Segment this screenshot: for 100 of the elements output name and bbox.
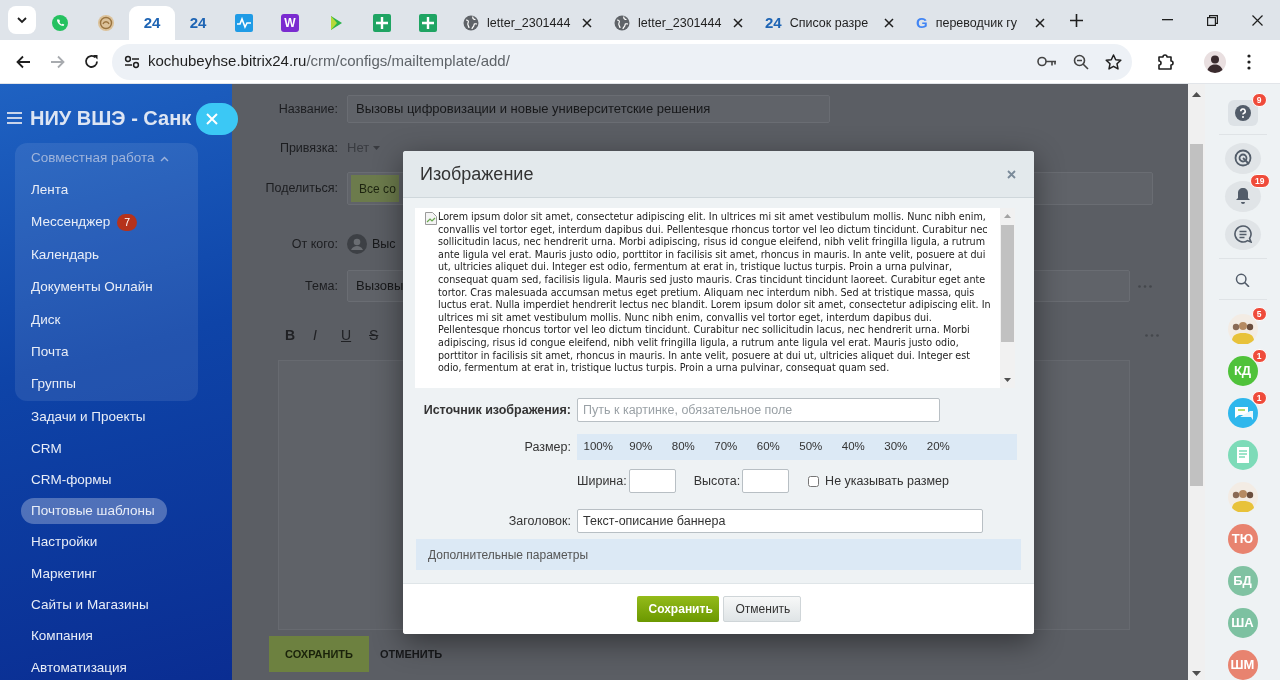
- menu-item[interactable]: Мессенджер: [31, 209, 111, 236]
- target-icon: [1233, 149, 1252, 168]
- play-icon: [328, 14, 344, 32]
- portal-title: НИУ ВШЭ - Санк: [30, 106, 192, 131]
- menu-item[interactable]: Сайты и Магазины: [31, 592, 149, 619]
- globe-icon: [463, 15, 479, 31]
- user-icon: [347, 234, 367, 254]
- height-input[interactable]: [742, 469, 790, 493]
- restore-icon: [1207, 14, 1218, 26]
- group-label: Совместная работа: [31, 149, 155, 168]
- pulse-icon: [235, 14, 253, 32]
- browser-tab[interactable]: letter_2301444: [602, 6, 753, 40]
- size-option[interactable]: 80%: [662, 438, 705, 456]
- kebab-menu-icon: [1247, 53, 1251, 70]
- menu-item[interactable]: Настройки: [31, 529, 98, 556]
- menu-item[interactable]: Компания: [31, 623, 93, 650]
- size-option[interactable]: 50%: [789, 438, 832, 456]
- counter-badge: 5: [1251, 307, 1267, 321]
- tab-title: letter_2301444: [487, 14, 572, 32]
- close-icon[interactable]: [733, 18, 743, 28]
- chevron-icon: [17, 16, 27, 24]
- scroll-up-icon[interactable]: [1192, 92, 1201, 97]
- menu-item[interactable]: Задачи и Проекты: [31, 404, 146, 431]
- size-option[interactable]: 100%: [577, 438, 620, 456]
- menu-item[interactable]: Документы Онлайн: [31, 274, 153, 301]
- size-option[interactable]: 40%: [832, 438, 875, 456]
- star-icon[interactable]: [1105, 53, 1122, 70]
- size-option[interactable]: 90%: [619, 438, 662, 456]
- dialog-title: Изображение: [420, 162, 535, 186]
- close-icon: [1252, 14, 1263, 26]
- scroll-down-icon[interactable]: [1192, 671, 1201, 676]
- cancel-button[interactable]: Отменить: [722, 596, 801, 622]
- caption-input[interactable]: Текст-описание баннера: [577, 509, 983, 533]
- menu-item[interactable]: Лента: [31, 177, 69, 204]
- logo-text: 24: [765, 12, 782, 33]
- menu-item[interactable]: Диск: [31, 306, 61, 333]
- checkbox-label: Не указывать размер: [825, 472, 949, 490]
- puzzle-icon: [1156, 53, 1174, 70]
- emblem-icon: [97, 14, 115, 32]
- browser-tab[interactable]: letter_2301444: [451, 6, 602, 40]
- pinned-tab[interactable]: 24: [129, 6, 175, 40]
- menu-item[interactable]: Календарь: [31, 241, 100, 269]
- size-option[interactable]: 60%: [747, 438, 790, 456]
- avatar: [1204, 50, 1226, 73]
- menu-item[interactable]: CRM-формы: [31, 466, 112, 494]
- field-label: Источник изображения:: [422, 401, 571, 419]
- avatar: [1227, 482, 1258, 512]
- search-icon[interactable]: [1234, 272, 1251, 288]
- save-button[interactable]: СОХРАНИТЬ: [269, 636, 369, 672]
- tool-button[interactable]: [1224, 218, 1261, 250]
- key-icon[interactable]: [1037, 56, 1057, 67]
- forward-arrow-icon: [49, 54, 65, 69]
- help-button[interactable]: [1227, 100, 1258, 126]
- close-icon[interactable]: [884, 18, 894, 28]
- url-path: /crm/configs/mailtemplate/add/: [306, 51, 510, 72]
- advanced-options-bar[interactable]: Дополнительные параметры: [416, 539, 1021, 570]
- share-button[interactable]: Все со: [351, 175, 399, 202]
- size-option[interactable]: 20%: [917, 438, 960, 456]
- pinned-tab[interactable]: 24: [175, 6, 221, 40]
- field-label: Ширина:: [577, 472, 627, 490]
- chat-app-icon: [1227, 398, 1258, 428]
- tab-search-button[interactable]: [8, 6, 36, 34]
- menu-item[interactable]: Почта: [31, 339, 69, 366]
- logo-text: 24: [143, 12, 161, 33]
- logo-text: G: [916, 12, 928, 33]
- logo-icon: W: [281, 14, 299, 32]
- browser-tab[interactable]: 24 Список разре: [753, 6, 904, 40]
- menu-item[interactable]: Автоматизация: [31, 654, 127, 680]
- caret-icon: [373, 146, 381, 150]
- width-input[interactable]: [628, 469, 676, 493]
- tab-title: letter_2301444: [638, 14, 723, 32]
- size-option[interactable]: 70%: [704, 438, 747, 456]
- close-icon[interactable]: [582, 18, 592, 28]
- menu-item[interactable]: CRM: [31, 435, 62, 462]
- url-host: kochubeyhse.bitrix24.ru: [148, 51, 307, 72]
- zoom-out-icon[interactable]: [1073, 53, 1089, 70]
- phone-bubble-icon: [51, 14, 69, 32]
- menu-item[interactable]: Почтовые шаблоны: [21, 498, 167, 525]
- no-size-checkbox[interactable]: [808, 475, 820, 487]
- address-bar[interactable]: kochubeyhse.bitrix24.ru/crm/configs/mailtemplate/add/: [112, 43, 1132, 80]
- counter-badge: 7: [117, 213, 138, 232]
- minimize-icon: [1162, 19, 1173, 21]
- field-label: Поделиться:: [264, 180, 338, 198]
- source-input[interactable]: Путь к картинке, обязательное поле: [577, 398, 940, 422]
- pinned-tab[interactable]: W: [267, 6, 313, 40]
- browser-tab[interactable]: G переводчик гу: [904, 6, 1055, 40]
- scrollbar-track[interactable]: [1188, 84, 1205, 680]
- tune-icon[interactable]: [124, 54, 140, 69]
- menu-item[interactable]: Маркетинг: [31, 560, 97, 587]
- menu-icon[interactable]: [7, 112, 22, 124]
- tool-button[interactable]: [1224, 142, 1261, 174]
- field-label: Привязка:: [278, 139, 338, 157]
- chevron-icon: [159, 155, 169, 162]
- chat-list-icon: [1233, 225, 1252, 244]
- field-label: Тема:: [304, 277, 338, 295]
- close-icon[interactable]: [1035, 18, 1045, 28]
- size-option[interactable]: 30%: [874, 438, 917, 456]
- menu-item[interactable]: Группы: [31, 371, 76, 398]
- tab-title: переводчик гу: [935, 14, 1018, 32]
- counter-badge: 19: [1250, 173, 1270, 188]
